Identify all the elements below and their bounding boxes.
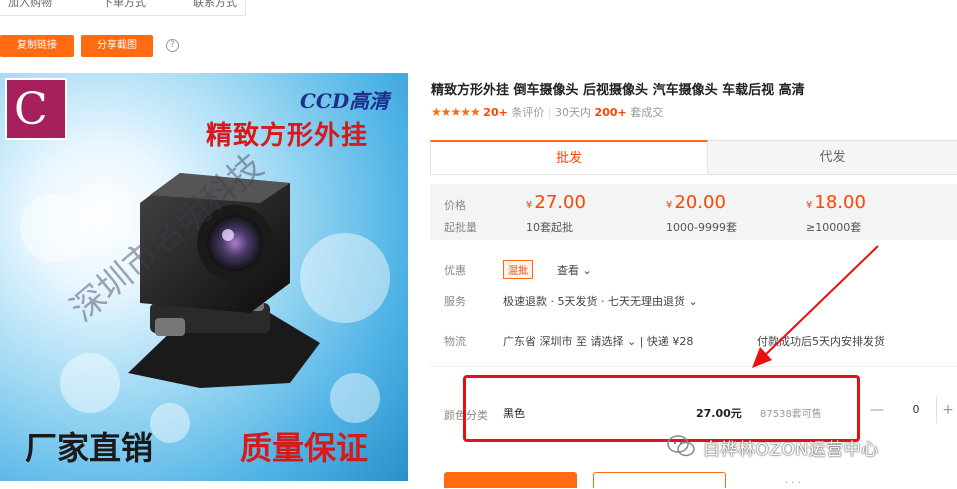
tier-2-range: 1000-9999套 — [666, 221, 737, 234]
wechat-icon — [667, 435, 695, 457]
sales-prefix: 30天内 — [555, 106, 592, 119]
tier-2-price: ¥20.00 — [666, 192, 726, 213]
service-label: 服务 — [444, 295, 466, 308]
sales-label: 套成交 — [630, 106, 664, 119]
price-label: 价格 — [444, 199, 466, 212]
nav-item-cart[interactable]: 加入购物 — [8, 0, 52, 10]
tier-3-price: ¥18.00 — [806, 192, 866, 213]
image-ccd-text: CCD高清 — [300, 89, 390, 113]
more-icon[interactable]: · · · — [785, 478, 801, 489]
tier-1-range: 10套起批 — [526, 221, 573, 234]
moq-label: 起批量 — [444, 221, 477, 234]
logistics-label: 物流 — [444, 335, 466, 348]
promo-label: 优惠 — [444, 264, 466, 277]
copy-link-button[interactable]: 复制链接 — [0, 35, 74, 57]
quantity-input[interactable]: 0 — [896, 397, 936, 423]
tab-wholesale[interactable]: 批发 — [430, 140, 708, 174]
rating-row: ★★★★★ 20+ 条评价 | 30天内 200+ 套成交 — [431, 105, 664, 119]
nav-item-contact[interactable]: 联系方式 — [193, 0, 237, 10]
sales-count: 200+ — [594, 106, 627, 119]
image-slogan-left: 厂家直销 — [25, 429, 154, 467]
share-screenshot-button[interactable]: 分享截图 — [81, 35, 153, 57]
product-image[interactable]: C CCD高清 精致方形外挂 深圳市名明科技 厂家直销 质量保证 — [0, 73, 408, 481]
logistics-value[interactable]: 广东省 深圳市 至 请选择 ⌄ | 快递 ¥28 — [503, 333, 693, 349]
star-rating-icon: ★★★★★ — [431, 105, 481, 119]
tab-dropship[interactable]: 代发 — [708, 140, 957, 174]
promo-tag: 混批 — [503, 260, 533, 279]
top-nav: 加入购物 下单方式 联系方式 — [0, 0, 246, 16]
tier-3-range: ≥10000套 — [806, 221, 862, 234]
service-value[interactable]: 极速退款 · 5天发货 · 七天无理由退货 ⌄ — [503, 293, 698, 309]
reviews-count[interactable]: 20+ — [483, 106, 508, 119]
delivery-note: 付款成功后5天内安排发货 — [757, 335, 885, 348]
price-tiers: 价格 起批量 ¥27.00 10套起批 ¥20.00 1000-9999套 ¥1… — [430, 184, 957, 240]
quantity-stepper: — 0 + — [866, 397, 957, 423]
nav-item-order[interactable]: 下单方式 — [102, 0, 146, 10]
reviews-label[interactable]: 条评价 — [511, 106, 544, 119]
brand-logo: C — [5, 78, 67, 140]
image-slogan-right: 质量保证 — [240, 429, 369, 467]
tier-1-price: ¥27.00 — [526, 192, 586, 213]
image-headline: 精致方形外挂 — [206, 121, 369, 151]
quantity-plus-button[interactable]: + — [936, 397, 957, 423]
help-icon[interactable]: ? — [166, 39, 179, 52]
highlight-box — [463, 375, 860, 442]
quantity-minus-button[interactable]: — — [866, 397, 888, 423]
product-title: 精致方形外挂 倒车摄像头 后视摄像头 汽车摄像头 车载后视 高清 — [431, 83, 805, 98]
watermark-text: 白桦林OZON运营中心 — [703, 440, 879, 460]
promo-view-link[interactable]: 查看 ⌄ — [557, 262, 592, 278]
divider — [430, 366, 957, 367]
purchase-tabs: 批发 代发 — [430, 140, 957, 175]
